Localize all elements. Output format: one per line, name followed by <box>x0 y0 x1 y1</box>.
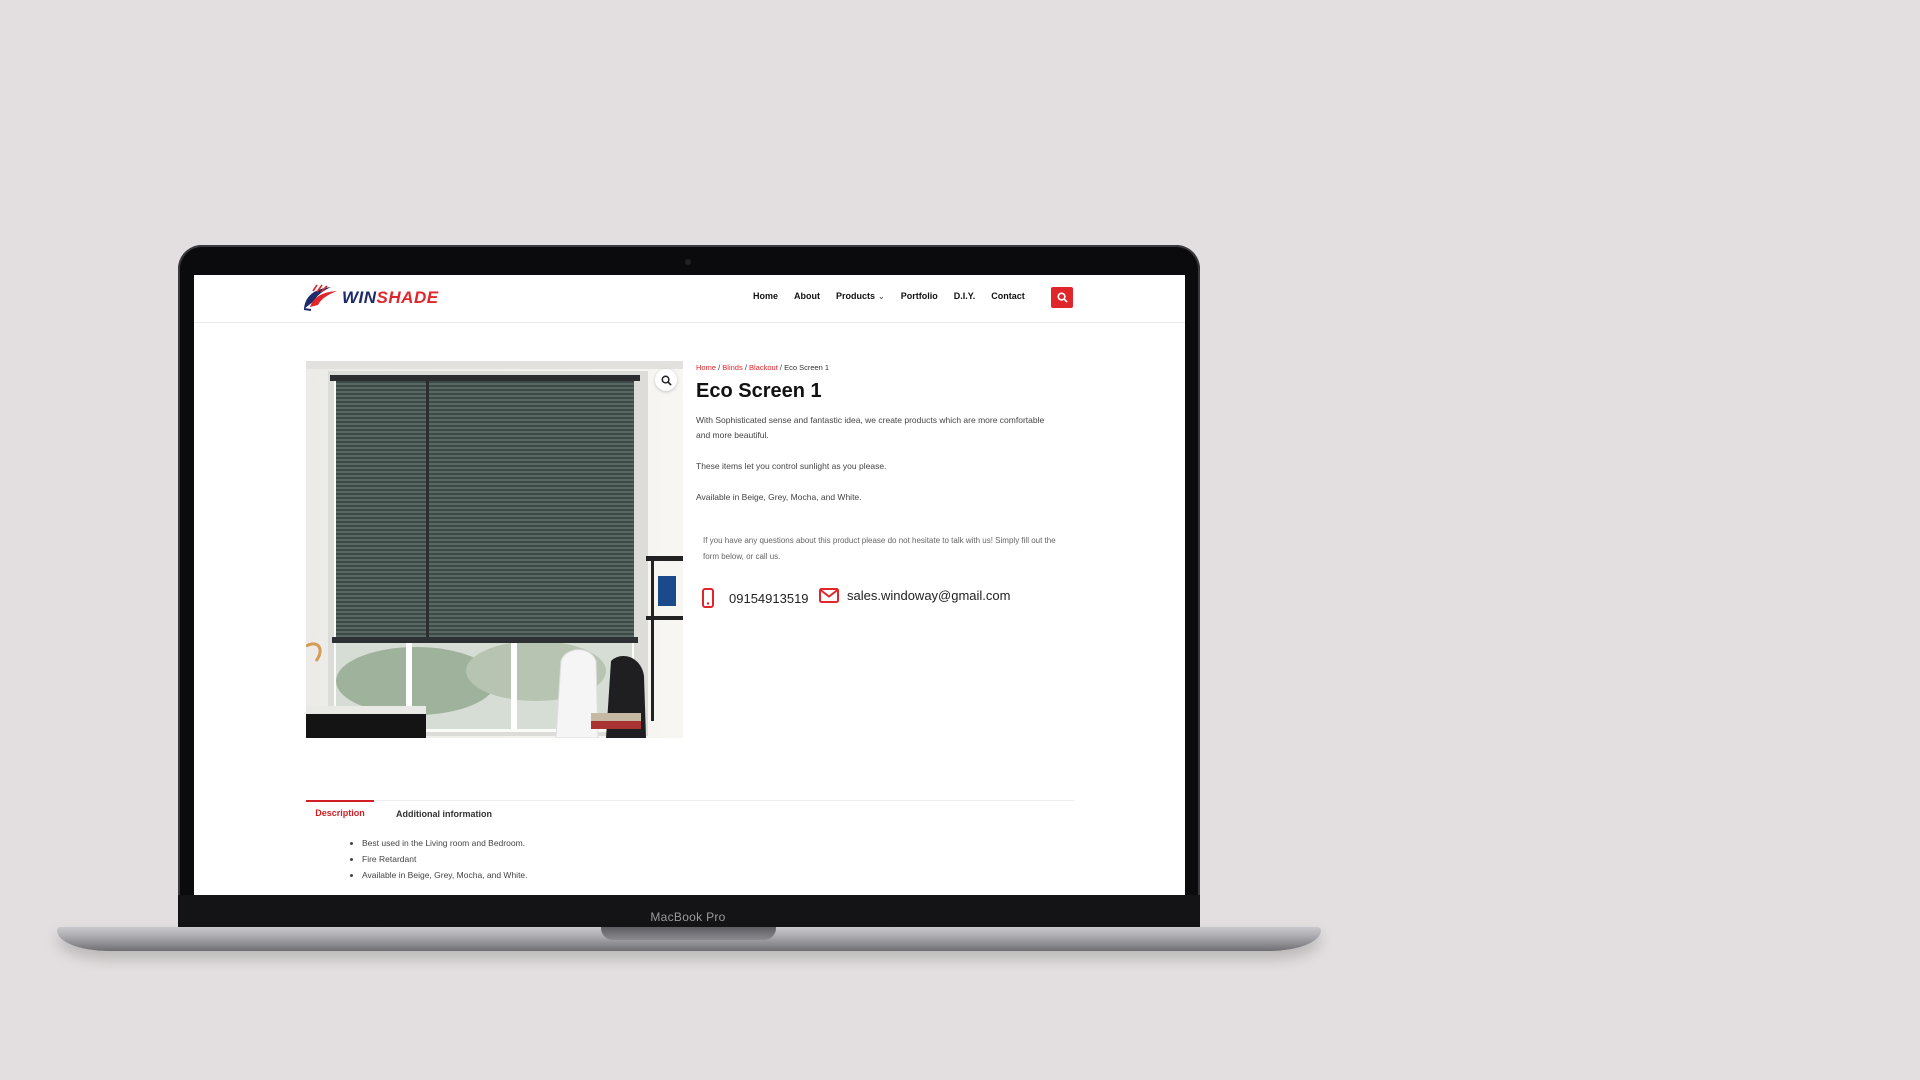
nav-contact[interactable]: Contact <box>991 291 1025 301</box>
site-logo[interactable]: WINSHADE <box>301 282 439 314</box>
nav-portfolio[interactable]: Portfolio <box>901 291 938 301</box>
breadcrumb-separator: / <box>744 363 747 372</box>
list-item: Fire Retardant <box>362 851 528 867</box>
tab-description[interactable]: Description <box>306 800 374 824</box>
laptop-notch <box>601 927 776 940</box>
breadcrumb-separator: / <box>718 363 721 372</box>
search-button[interactable] <box>1051 287 1073 308</box>
nav-home[interactable]: Home <box>753 291 778 301</box>
nav-products-label: Products <box>836 291 876 301</box>
list-item: Available in Beige, Grey, Mocha, and Whi… <box>362 867 528 883</box>
breadcrumb-blinds[interactable]: Blinds <box>722 363 742 372</box>
nav-products[interactable]: Products ⌄ <box>836 291 885 301</box>
magnifier-icon <box>661 375 672 386</box>
breadcrumb-separator: / <box>779 363 782 372</box>
webcam <box>685 259 691 265</box>
breadcrumb-home[interactable]: Home <box>696 363 716 372</box>
contact-prompt: If you have any questions about this pro… <box>703 536 1056 561</box>
product-description-2: These items let you control sunlight as … <box>696 461 887 471</box>
email-address: sales.windoway@gmail.com <box>847 588 1011 603</box>
product-description-1: With Sophisticated sense and fantastic i… <box>696 415 1045 440</box>
breadcrumb: Home / Blinds / Blackout / Eco Screen 1 <box>696 363 829 372</box>
chevron-down-icon: ⌄ <box>878 292 885 301</box>
tab-additional-information[interactable]: Additional information <box>396 803 492 825</box>
laptop-model-label: MacBook Pro <box>650 910 726 924</box>
mobile-phone-icon <box>702 588 714 608</box>
product-image[interactable] <box>306 361 683 738</box>
description-bullets: Best used in the Living room and Bedroom… <box>350 835 528 883</box>
logo-text-win: WIN <box>342 288 377 307</box>
contact-email[interactable]: sales.windoway@gmail.com <box>819 588 1010 603</box>
laptop-screen: WINSHADE Home About Products ⌄ Portfolio … <box>194 275 1185 895</box>
product-title: Eco Screen 1 <box>696 380 822 402</box>
breadcrumb-blackout[interactable]: Blackout <box>749 363 778 372</box>
search-icon <box>1056 292 1068 303</box>
phone-number: 09154913519 <box>729 590 809 606</box>
contact-phone[interactable]: 09154913519 <box>701 588 809 608</box>
logo-text-shade: SHADE <box>376 288 439 307</box>
site-header: WINSHADE Home About Products ⌄ Portfolio … <box>194 275 1185 323</box>
main-nav: Home About Products ⌄ Portfolio D.I.Y. Co… <box>753 291 1041 301</box>
blind-photo <box>306 361 683 738</box>
tabs-divider <box>306 800 1074 801</box>
envelope-icon <box>819 588 839 603</box>
breadcrumb-current: Eco Screen 1 <box>784 363 830 372</box>
fan-logo-icon <box>303 284 337 311</box>
list-item: Best used in the Living room and Bedroom… <box>362 835 528 851</box>
image-zoom-button[interactable] <box>655 369 677 391</box>
product-description-3: Available in Beige, Grey, Mocha, and Whi… <box>696 492 862 502</box>
nav-diy[interactable]: D.I.Y. <box>954 291 976 301</box>
nav-about[interactable]: About <box>794 291 820 301</box>
